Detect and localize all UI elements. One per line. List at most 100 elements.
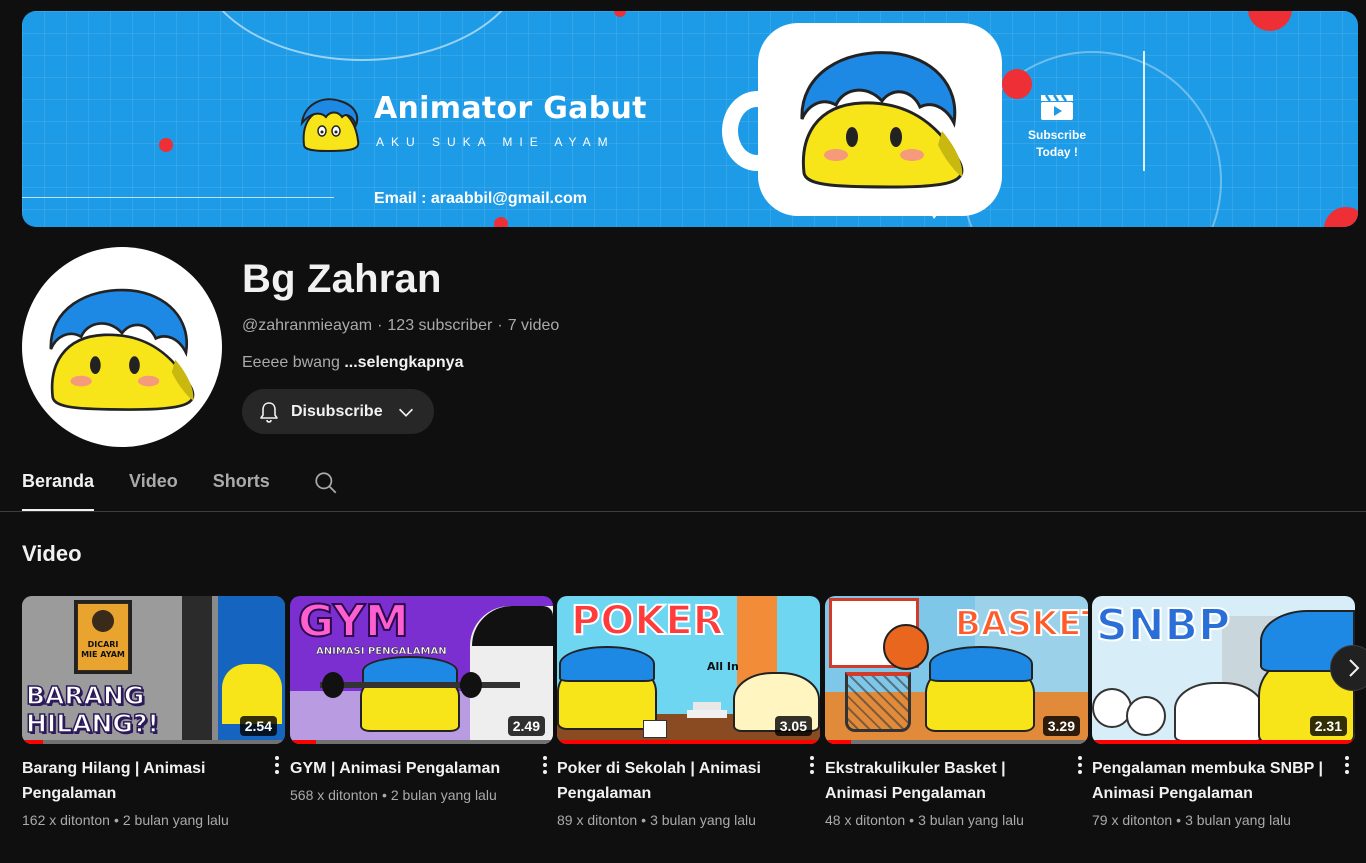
view-count: 568 x ditonton [290, 787, 378, 803]
watch-progress-bar [557, 740, 820, 744]
banner-tagline: AKU SUKA MIE AYAM [376, 135, 615, 149]
subscribed-button[interactable]: Disubscribe [242, 389, 434, 434]
video-thumbnail[interactable]: GYM ANIMASI PENGALAMAN 2.49 [290, 596, 553, 744]
cta-line-1: Subscribe [1027, 128, 1087, 142]
video-duration: 2.54 [239, 716, 277, 736]
tab-beranda[interactable]: Beranda [22, 460, 95, 511]
watch-progress-bar [22, 740, 285, 744]
more-vert-icon[interactable] [1343, 754, 1351, 776]
video-title[interactable]: GYM | Animasi Pengalaman [290, 756, 530, 781]
upload-age: 2 bulan yang lalu [390, 787, 497, 803]
video-card[interactable]: GYM ANIMASI PENGALAMAN 2.49 GYM | Animas… [290, 596, 553, 803]
banner-dot [614, 11, 626, 17]
banner-line [22, 197, 334, 198]
video-card[interactable]: SNBP 2.31 Pengalaman membuka SNBP | Anim… [1092, 596, 1355, 828]
view-count: 79 x ditonton [1092, 812, 1173, 828]
section-title: Video [22, 541, 82, 566]
more-vert-icon[interactable] [273, 754, 281, 776]
watch-progress-fill [825, 740, 852, 744]
thumb-sign-text: DICARI MIE AYAM [81, 640, 125, 659]
subscribe-cta: Subscribe Today ! [1017, 93, 1097, 161]
view-count: 89 x ditonton [557, 812, 638, 828]
video-meta: 568 x ditonton • 2 bulan yang lalu [290, 787, 497, 803]
channel-banner: Animator Gabut AKU SUKA MIE AYAM Email :… [22, 11, 1358, 227]
video-title[interactable]: Barang Hilang | Animasi Pengalaman [22, 756, 262, 806]
speech-tail [924, 201, 948, 219]
banner-email: Email : araabbil@gmail.com [374, 190, 587, 207]
chevron-down-icon [398, 408, 413, 417]
video-duration: 3.29 [1042, 716, 1080, 736]
view-count: 162 x ditonton [22, 812, 110, 828]
description-text: Eeeee bwang [242, 354, 340, 371]
watch-progress-bar [290, 740, 553, 744]
video-card[interactable]: POKER All In 3.05 Poker di Sekolah | Ani… [557, 596, 820, 828]
thumb-sub-text: ANIMASI PENGALAMAN [316, 646, 447, 657]
thumb-title-text: BARANG HILANG?! [25, 681, 159, 739]
banner-dot [1248, 11, 1292, 31]
video-title[interactable]: Poker di Sekolah | Animasi Pengalaman [557, 756, 797, 806]
channel-handle: @zahranmieayam [242, 317, 373, 334]
video-count: 7 video [507, 317, 560, 334]
more-vert-icon[interactable] [808, 754, 816, 776]
banner-dot [494, 217, 508, 227]
view-count: 48 x ditonton [825, 812, 906, 828]
video-meta: 79 x ditonton • 3 bulan yang lalu [1092, 812, 1291, 828]
upload-age: 3 bulan yang lalu [918, 812, 1024, 828]
thumb-title-text: POKER [570, 597, 724, 645]
watch-progress-fill [22, 740, 44, 744]
channel-avatar[interactable] [22, 247, 222, 447]
brand-mascot-logo [300, 98, 360, 153]
tabs-divider [0, 511, 1366, 512]
video-thumbnail[interactable]: DICARI MIE AYAM BARANG HILANG?! 2.54 [22, 596, 285, 744]
watch-progress-bar [1092, 740, 1355, 744]
search-icon[interactable] [313, 470, 339, 496]
video-duration: 2.31 [1309, 716, 1347, 736]
thumb-title-text: BASKET [954, 603, 1088, 645]
bell-icon [260, 401, 278, 423]
video-title[interactable]: Pengalaman membuka SNBP | Animasi Pengal… [1092, 756, 1332, 806]
video-title[interactable]: Ekstrakulikuler Basket | Animasi Pengala… [825, 756, 1065, 806]
chevron-right-icon [1349, 659, 1360, 677]
subscriber-count: 123 subscriber [387, 317, 493, 334]
upload-age: 3 bulan yang lalu [650, 812, 756, 828]
more-link[interactable]: ...selengkapnya [344, 354, 463, 371]
banner-dot [159, 138, 173, 152]
channel-description[interactable]: Eeeee bwang ...selengkapnya [242, 354, 463, 372]
video-thumbnail[interactable]: SNBP 2.31 [1092, 596, 1355, 744]
video-meta: 48 x ditonton • 3 bulan yang lalu [825, 812, 1024, 828]
more-vert-icon[interactable] [1076, 754, 1084, 776]
thumb-title-text: SNBP [1095, 599, 1231, 652]
banner-dot [1324, 207, 1358, 227]
mascot-illustration [800, 51, 964, 189]
tab-video[interactable]: Video [129, 460, 178, 511]
channel-tabs: Beranda Video Shorts [22, 460, 339, 511]
video-card[interactable]: BASKET 3.29 Ekstrakulikuler Basket | Ani… [825, 596, 1088, 828]
more-vert-icon[interactable] [541, 754, 549, 776]
tab-shorts[interactable]: Shorts [213, 460, 270, 511]
banner-title: Animator Gabut [374, 91, 647, 126]
video-meta: 89 x ditonton • 3 bulan yang lalu [557, 812, 756, 828]
watch-progress-bar [825, 740, 1088, 744]
video-duration: 3.05 [774, 716, 812, 736]
thumb-title-text: GYM [297, 596, 410, 648]
upload-age: 3 bulan yang lalu [1185, 812, 1291, 828]
clapperboard-icon [1041, 94, 1073, 120]
banner-arc-decoration [197, 11, 527, 61]
thumb-sub-text: All In [707, 660, 739, 673]
video-card[interactable]: DICARI MIE AYAM BARANG HILANG?! 2.54 Bar… [22, 596, 285, 828]
subscribed-label: Disubscribe [291, 402, 383, 420]
separator: · [377, 317, 383, 334]
banner-line [1143, 51, 1145, 171]
watch-progress-fill [1092, 740, 1355, 744]
video-thumbnail[interactable]: POKER All In 3.05 [557, 596, 820, 744]
watch-progress-fill [290, 740, 317, 744]
video-duration: 2.49 [507, 716, 545, 736]
channel-meta: @zahranmieayam · 123 subscriber · 7 video [242, 317, 559, 335]
cta-line-2: Today ! [1036, 145, 1078, 159]
video-thumbnail[interactable]: BASKET 3.29 [825, 596, 1088, 744]
avatar-mascot [49, 288, 195, 411]
channel-name: Bg Zahran [242, 257, 442, 301]
watch-progress-fill [557, 740, 820, 744]
video-meta: 162 x ditonton • 2 bulan yang lalu [22, 812, 229, 828]
upload-age: 2 bulan yang lalu [122, 812, 229, 828]
